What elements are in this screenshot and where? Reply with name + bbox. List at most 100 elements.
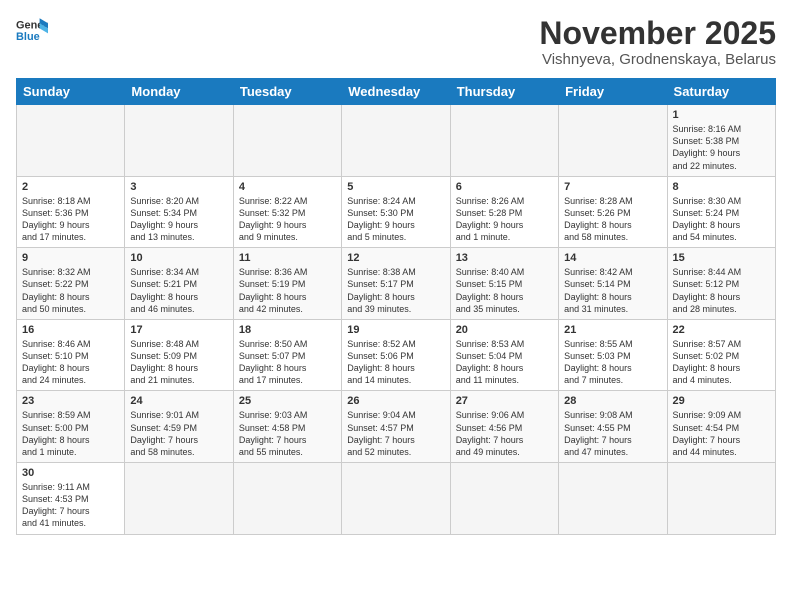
day-info: Sunrise: 8:46 AM Sunset: 5:10 PM Dayligh… xyxy=(22,338,119,387)
calendar-day-cell: 15Sunrise: 8:44 AM Sunset: 5:12 PM Dayli… xyxy=(667,248,775,320)
day-info: Sunrise: 8:55 AM Sunset: 5:03 PM Dayligh… xyxy=(564,338,661,387)
calendar-day-cell xyxy=(342,463,450,535)
day-info: Sunrise: 8:52 AM Sunset: 5:06 PM Dayligh… xyxy=(347,338,444,387)
title-block: November 2025 Vishnyeva, Grodnenskaya, B… xyxy=(539,16,776,68)
day-number: 3 xyxy=(130,181,227,193)
calendar-day-cell: 1Sunrise: 8:16 AM Sunset: 5:38 PM Daylig… xyxy=(667,105,775,177)
day-info: Sunrise: 8:20 AM Sunset: 5:34 PM Dayligh… xyxy=(130,195,227,244)
calendar-day-cell: 5Sunrise: 8:24 AM Sunset: 5:30 PM Daylig… xyxy=(342,176,450,248)
calendar-day-cell: 16 Sunrise: 8:46 AM Sunset: 5:10 PM Dayli… xyxy=(17,319,125,391)
day-number: 21 xyxy=(564,324,661,336)
calendar-day-cell xyxy=(559,105,667,177)
day-info: Sunrise: 8:36 AM Sunset: 5:19 PM Dayligh… xyxy=(239,266,336,315)
month-title: November 2025 xyxy=(539,16,776,51)
calendar-week-row: 23 Sunrise: 8:59 AM Sunset: 5:00 PM Dayli… xyxy=(17,391,776,463)
calendar-day-cell: 11 Sunrise: 8:36 AM Sunset: 5:19 PM Dayli… xyxy=(233,248,341,320)
day-info: Sunrise: 8:32 AM Sunset: 5:22 PM Dayligh… xyxy=(22,266,119,315)
weekday-header-sunday: Sunday xyxy=(17,79,125,105)
calendar-day-cell: 8 Sunrise: 8:30 AM Sunset: 5:24 PM Daylig… xyxy=(667,176,775,248)
calendar-day-cell: 26 Sunrise: 9:04 AM Sunset: 4:57 PM Dayli… xyxy=(342,391,450,463)
calendar-day-cell: 18Sunrise: 8:50 AM Sunset: 5:07 PM Dayli… xyxy=(233,319,341,391)
day-number: 19 xyxy=(347,324,444,336)
day-info: Sunrise: 8:40 AM Sunset: 5:15 PM Dayligh… xyxy=(456,266,553,315)
logo: General Blue xyxy=(16,16,48,44)
day-number: 18 xyxy=(239,324,336,336)
day-number: 8 xyxy=(673,181,770,193)
calendar-day-cell: 21 Sunrise: 8:55 AM Sunset: 5:03 PM Dayli… xyxy=(559,319,667,391)
day-number: 14 xyxy=(564,252,661,264)
calendar-day-cell: 14 Sunrise: 8:42 AM Sunset: 5:14 PM Dayli… xyxy=(559,248,667,320)
day-number: 4 xyxy=(239,181,336,193)
calendar-week-row: 30Sunrise: 9:11 AM Sunset: 4:53 PM Dayli… xyxy=(17,463,776,535)
day-number: 10 xyxy=(130,252,227,264)
day-info: Sunrise: 8:38 AM Sunset: 5:17 PM Dayligh… xyxy=(347,266,444,315)
day-number: 9 xyxy=(22,252,119,264)
calendar-table: SundayMondayTuesdayWednesdayThursdayFrid… xyxy=(16,78,776,534)
calendar-day-cell: 6Sunrise: 8:26 AM Sunset: 5:28 PM Daylig… xyxy=(450,176,558,248)
calendar-day-cell: 30Sunrise: 9:11 AM Sunset: 4:53 PM Dayli… xyxy=(17,463,125,535)
calendar-day-cell xyxy=(450,463,558,535)
day-info: Sunrise: 9:09 AM Sunset: 4:54 PM Dayligh… xyxy=(673,409,770,458)
calendar-week-row: 2 Sunrise: 8:18 AM Sunset: 5:36 PM Daylig… xyxy=(17,176,776,248)
day-info: Sunrise: 9:04 AM Sunset: 4:57 PM Dayligh… xyxy=(347,409,444,458)
calendar-day-cell: 29 Sunrise: 9:09 AM Sunset: 4:54 PM Dayli… xyxy=(667,391,775,463)
location-title: Vishnyeva, Grodnenskaya, Belarus xyxy=(539,51,776,68)
calendar-day-cell xyxy=(667,463,775,535)
weekday-header-monday: Monday xyxy=(125,79,233,105)
day-info: Sunrise: 8:57 AM Sunset: 5:02 PM Dayligh… xyxy=(673,338,770,387)
day-info: Sunrise: 8:30 AM Sunset: 5:24 PM Dayligh… xyxy=(673,195,770,244)
day-number: 12 xyxy=(347,252,444,264)
calendar-day-cell: 20 Sunrise: 8:53 AM Sunset: 5:04 PM Dayli… xyxy=(450,319,558,391)
weekday-header-saturday: Saturday xyxy=(667,79,775,105)
calendar-day-cell: 24 Sunrise: 9:01 AM Sunset: 4:59 PM Dayli… xyxy=(125,391,233,463)
day-number: 25 xyxy=(239,395,336,407)
day-number: 22 xyxy=(673,324,770,336)
day-info: Sunrise: 8:28 AM Sunset: 5:26 PM Dayligh… xyxy=(564,195,661,244)
day-info: Sunrise: 8:53 AM Sunset: 5:04 PM Dayligh… xyxy=(456,338,553,387)
day-info: Sunrise: 8:16 AM Sunset: 5:38 PM Dayligh… xyxy=(673,123,770,172)
calendar-day-cell: 28 Sunrise: 9:08 AM Sunset: 4:55 PM Dayli… xyxy=(559,391,667,463)
calendar-day-cell xyxy=(17,105,125,177)
day-info: Sunrise: 8:18 AM Sunset: 5:36 PM Dayligh… xyxy=(22,195,119,244)
day-info: Sunrise: 8:24 AM Sunset: 5:30 PM Dayligh… xyxy=(347,195,444,244)
calendar-day-cell xyxy=(125,105,233,177)
day-info: Sunrise: 8:22 AM Sunset: 5:32 PM Dayligh… xyxy=(239,195,336,244)
day-number: 6 xyxy=(456,181,553,193)
calendar-day-cell: 13Sunrise: 8:40 AM Sunset: 5:15 PM Dayli… xyxy=(450,248,558,320)
calendar-day-cell xyxy=(125,463,233,535)
day-number: 2 xyxy=(22,181,119,193)
day-info: Sunrise: 9:08 AM Sunset: 4:55 PM Dayligh… xyxy=(564,409,661,458)
svg-text:Blue: Blue xyxy=(16,31,40,43)
day-info: Sunrise: 8:42 AM Sunset: 5:14 PM Dayligh… xyxy=(564,266,661,315)
day-info: Sunrise: 8:34 AM Sunset: 5:21 PM Dayligh… xyxy=(130,266,227,315)
day-number: 16 xyxy=(22,324,119,336)
day-info: Sunrise: 9:11 AM Sunset: 4:53 PM Dayligh… xyxy=(22,481,119,530)
calendar-day-cell xyxy=(559,463,667,535)
day-number: 29 xyxy=(673,395,770,407)
calendar-day-cell: 27Sunrise: 9:06 AM Sunset: 4:56 PM Dayli… xyxy=(450,391,558,463)
day-info: Sunrise: 8:59 AM Sunset: 5:00 PM Dayligh… xyxy=(22,409,119,458)
calendar-day-cell: 4 Sunrise: 8:22 AM Sunset: 5:32 PM Daylig… xyxy=(233,176,341,248)
day-number: 23 xyxy=(22,395,119,407)
calendar-day-cell xyxy=(233,105,341,177)
weekday-header-friday: Friday xyxy=(559,79,667,105)
page-header: General Blue November 2025 Vishnyeva, Gr… xyxy=(16,16,776,68)
calendar-day-cell xyxy=(450,105,558,177)
day-info: Sunrise: 9:01 AM Sunset: 4:59 PM Dayligh… xyxy=(130,409,227,458)
calendar-day-cell xyxy=(342,105,450,177)
calendar-day-cell: 3 Sunrise: 8:20 AM Sunset: 5:34 PM Daylig… xyxy=(125,176,233,248)
day-info: Sunrise: 9:03 AM Sunset: 4:58 PM Dayligh… xyxy=(239,409,336,458)
calendar-day-cell xyxy=(233,463,341,535)
day-number: 26 xyxy=(347,395,444,407)
day-number: 7 xyxy=(564,181,661,193)
day-info: Sunrise: 8:48 AM Sunset: 5:09 PM Dayligh… xyxy=(130,338,227,387)
calendar-day-cell: 22 Sunrise: 8:57 AM Sunset: 5:02 PM Dayli… xyxy=(667,319,775,391)
weekday-header-wednesday: Wednesday xyxy=(342,79,450,105)
day-number: 20 xyxy=(456,324,553,336)
logo-icon: General Blue xyxy=(16,16,48,44)
day-number: 28 xyxy=(564,395,661,407)
day-number: 24 xyxy=(130,395,227,407)
day-number: 11 xyxy=(239,252,336,264)
calendar-day-cell: 19 Sunrise: 8:52 AM Sunset: 5:06 PM Dayli… xyxy=(342,319,450,391)
day-number: 27 xyxy=(456,395,553,407)
